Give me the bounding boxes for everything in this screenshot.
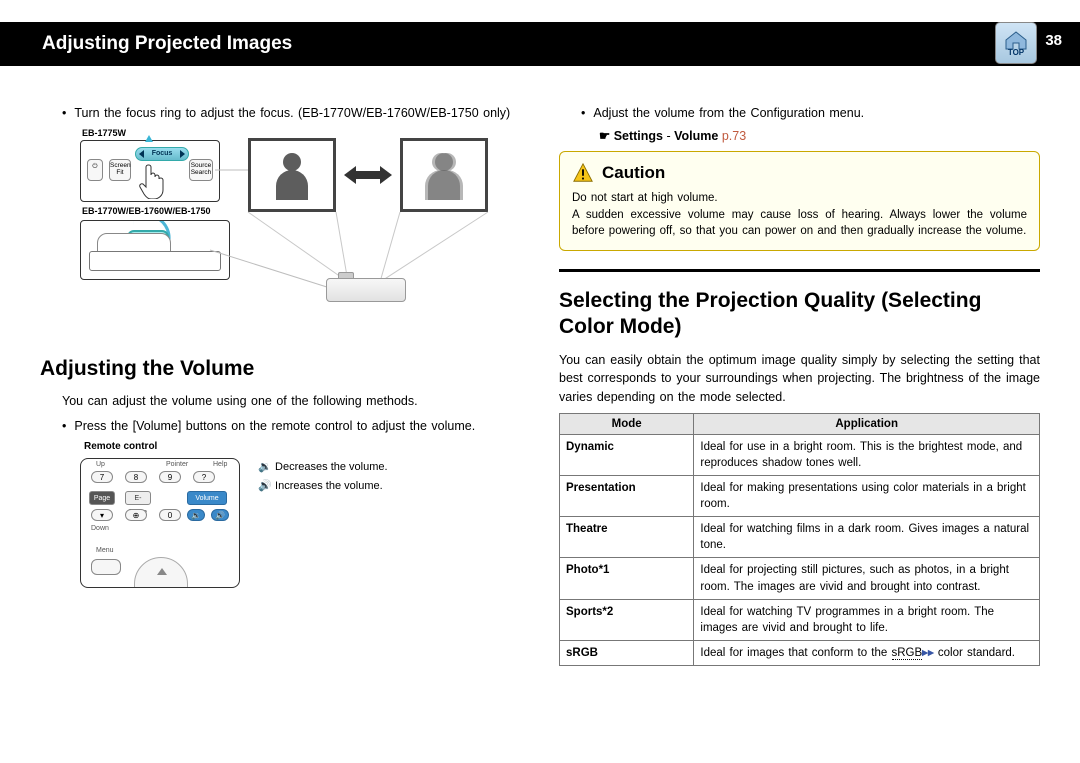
page-number: 38 (1045, 32, 1062, 49)
table-row: TheatreIdeal for watching films in a dar… (560, 517, 1040, 558)
th-application: Application (694, 413, 1040, 434)
caution-box: Caution Do not start at high volume. A s… (559, 151, 1040, 251)
legend-increase: 🔊 Increases the volume. (258, 477, 388, 496)
caution-icon (572, 162, 594, 184)
remote-control-illustration: Up Pointer Help 7 8 9 ? Page E-Zoom Volu… (80, 458, 240, 588)
projection-beams (80, 130, 540, 340)
section-divider (559, 269, 1040, 272)
page-body: Turn the focus ring to adjust the focus.… (0, 90, 1080, 760)
volume-legend: 🔉 Decreases the volume. 🔊 Increases the … (258, 458, 388, 495)
table-row: sRGB Ideal for images that conform to th… (560, 640, 1040, 665)
table-row: Sports*2Ideal for watching TV programmes… (560, 599, 1040, 640)
home-icon (1003, 30, 1029, 50)
projection-comparison-illustration (80, 130, 540, 340)
volume-up-icon: 🔊 (258, 477, 272, 496)
page-ref-link[interactable]: p.73 (722, 129, 746, 143)
volume-down-key: 🔉 (187, 509, 205, 521)
focus-ring-bullet: Turn the focus ring to adjust the focus.… (62, 104, 521, 122)
volume-remote-bullet: Press the [Volume] buttons on the remote… (62, 417, 521, 435)
volume-label-key: Volume (187, 491, 227, 505)
volume-down-icon: 🔉 (258, 458, 272, 477)
config-menu-bullet: Adjust the volume from the Configuration… (581, 104, 1040, 122)
section-adjusting-volume: Adjusting the Volume (40, 356, 521, 382)
settings-volume-ref[interactable]: ☛ Settings - Volume p.73 (599, 128, 1040, 143)
table-row: PresentationIdeal for making presentatio… (560, 476, 1040, 517)
page-header: Adjusting Projected Images (0, 22, 1080, 66)
color-mode-intro: You can easily obtain the optimum image … (559, 351, 1040, 407)
glossary-link[interactable]: sRGB (892, 647, 923, 660)
table-row: DynamicIdeal for use in a bright room. T… (560, 434, 1040, 475)
th-mode: Mode (560, 413, 694, 434)
volume-intro-text: You can adjust the volume using one of t… (62, 392, 521, 411)
color-mode-table: Mode Application DynamicIdeal for use in… (559, 413, 1040, 666)
remote-control-label: Remote control (84, 441, 521, 452)
table-row: Photo*1Ideal for projecting still pictur… (560, 558, 1040, 599)
section-color-mode: Selecting the Projection Quality (Select… (559, 288, 1040, 341)
left-column: Turn the focus ring to adjust the focus.… (40, 104, 521, 666)
glossary-arrow-icon: ▸▸ (922, 647, 934, 659)
top-label: TOP (1008, 48, 1024, 57)
projector-icon (326, 278, 406, 302)
legend-decrease: 🔉 Decreases the volume. (258, 458, 388, 477)
pointer-icon: ☛ (599, 129, 614, 143)
dpad-icon (134, 557, 188, 588)
volume-up-key: 🔊 (211, 509, 229, 521)
caution-title: Caution (602, 163, 665, 183)
caution-text: Do not start at high volume. A sudden ex… (572, 190, 1027, 240)
header-title: Adjusting Projected Images (42, 33, 292, 55)
top-button[interactable]: TOP (995, 22, 1037, 64)
right-column: Adjust the volume from the Configuration… (559, 104, 1040, 666)
